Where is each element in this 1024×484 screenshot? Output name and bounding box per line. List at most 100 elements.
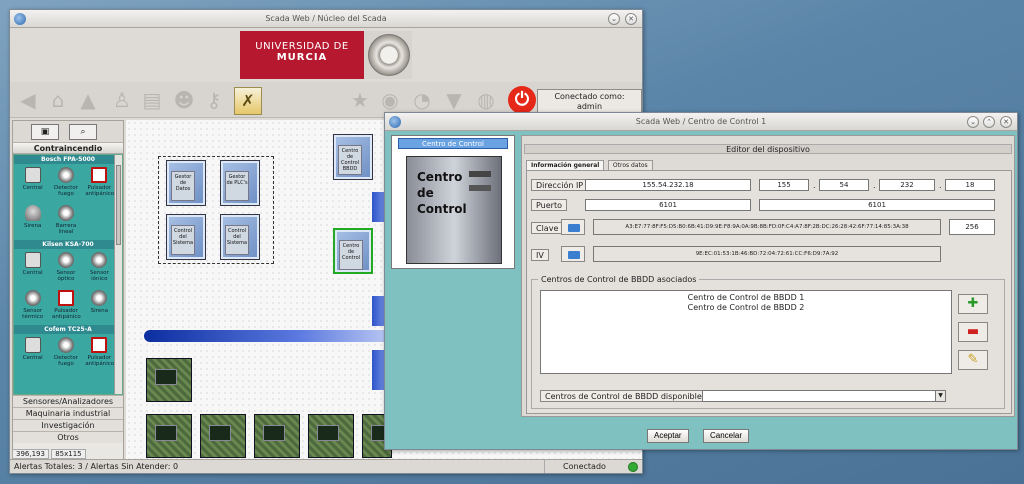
save-button[interactable]: ▣	[31, 124, 59, 140]
siren-icon	[91, 290, 108, 306]
palette-item[interactable]: Central	[19, 167, 47, 200]
dialog-titlebar[interactable]: Scada Web / Centro de Control 1 ⌄ ⌃ ✕	[385, 113, 1017, 131]
palette-section-fire[interactable]: Contraincendio	[13, 143, 123, 154]
palette-item[interactable]: Pulsador antipánico	[85, 337, 114, 370]
available-bbdd-select[interactable]: ▼	[702, 390, 946, 402]
globe-icon[interactable]: ◍	[474, 88, 498, 112]
iv-folder-icon[interactable]	[561, 246, 585, 262]
palette-item[interactable]: Sensor térmico	[19, 290, 47, 323]
ip-octet-2[interactable]: 54	[819, 179, 869, 191]
node-centro-control[interactable]: Centro de Control	[333, 228, 373, 274]
settings-tools-icon[interactable]: ✗	[234, 87, 262, 115]
device-board[interactable]	[254, 414, 300, 458]
filter-icon[interactable]: ▼	[442, 88, 466, 112]
palette-item[interactable]: Pulsador antipánico	[52, 290, 81, 323]
iv-value: 9E:EC:01:53:1B:46:BD:72:04:72:61:CC:F6:D…	[593, 246, 941, 262]
key-bits[interactable]: 256	[949, 219, 995, 235]
device-palette: ▣ ⌕ Contraincendio Bosch FPA-5000 Centra…	[12, 120, 124, 460]
ip-input[interactable]: 155.54.232.18	[585, 179, 751, 191]
palette-item[interactable]: Pulsador antipánico	[85, 167, 114, 200]
key-icon[interactable]: ⚷	[202, 88, 226, 112]
node-control-bbdd[interactable]: Centro de Control BBDD	[333, 134, 373, 180]
eye-icon[interactable]: ◉	[378, 88, 402, 112]
port-input-2[interactable]: 6101	[759, 199, 995, 211]
palette-item[interactable]: Detector fuego	[52, 337, 80, 370]
university-seal-icon	[368, 34, 410, 76]
back-icon[interactable]: ◀	[16, 88, 40, 112]
palette-item[interactable]: Sirena	[19, 205, 47, 238]
star-icon[interactable]: ★	[348, 88, 372, 112]
minimize-button[interactable]: ⌄	[967, 116, 979, 128]
port-input[interactable]: 6101	[585, 199, 751, 211]
documents-icon[interactable]: ▤	[140, 88, 164, 112]
server-tower-icon: Centro de Control	[406, 156, 502, 264]
banner-line-2: MURCIA	[276, 52, 328, 63]
push-button-icon	[91, 167, 108, 183]
status-bar: Alertas Totales: 3 / Alertas Sin Atender…	[10, 459, 642, 473]
palette-menu-machinery[interactable]: Maquinaria industrial	[13, 407, 123, 419]
warning-icon[interactable]: ▲	[76, 88, 100, 112]
list-item[interactable]: Centro de Control de BBDD 2	[541, 303, 951, 313]
device-board[interactable]	[146, 414, 192, 458]
users-icon[interactable]: ☻	[172, 88, 196, 112]
tab-general-info[interactable]: Información general	[526, 160, 605, 170]
node-gestor-datos[interactable]: Gestor de Datos	[166, 160, 206, 206]
app-icon	[389, 116, 401, 128]
ip-octet-3[interactable]: 232	[879, 179, 935, 191]
list-item[interactable]: Centro de Control de BBDD 1	[541, 293, 951, 303]
device-preview: Centro de Control Centro de Control	[391, 135, 515, 269]
node-control-sistema-1[interactable]: Control del Sistema	[166, 214, 206, 260]
person-icon[interactable]: ♙	[110, 88, 134, 112]
palette-item[interactable]: Sirena	[85, 290, 113, 323]
zoom-button[interactable]: ⌕	[69, 124, 97, 140]
palette-menu-sensors[interactable]: Sensores/Analizadores	[13, 395, 123, 407]
chevron-down-icon[interactable]: ▼	[935, 391, 945, 401]
device-board[interactable]	[146, 358, 192, 402]
node-control-sistema-2[interactable]: Control del Sistema	[220, 214, 260, 260]
main-title: Scada Web / Núcleo del Scada	[265, 14, 387, 23]
clear-button[interactable]: ✎	[958, 350, 988, 370]
palette-body: Bosch FPA-5000 Central Detector fuego Pu…	[13, 154, 123, 395]
tab-other-data[interactable]: Otros datos	[607, 160, 653, 170]
alerts-summary: Alertas Totales: 3 / Alertas Sin Atender…	[14, 462, 179, 471]
general-info-panel: Dirección IP 155.54.232.18 155 . 54 . 23…	[526, 170, 1012, 414]
palette-scrollbar[interactable]	[114, 155, 122, 394]
power-button[interactable]: ⏻	[508, 86, 536, 114]
close-button[interactable]: ✕	[625, 13, 637, 25]
refresh-icon[interactable]: ◔	[410, 88, 434, 112]
connection-status: Conectado	[544, 460, 624, 473]
network-bus	[144, 330, 404, 342]
close-button[interactable]: ✕	[1000, 116, 1012, 128]
ip-octet-1[interactable]: 155	[759, 179, 809, 191]
key-folder-icon[interactable]	[561, 219, 585, 235]
device-editor: Editor del dispositivo Información gener…	[521, 135, 1015, 417]
remove-button[interactable]: ▬	[958, 322, 988, 342]
palette-item[interactable]: Central	[19, 252, 47, 285]
node-gestor-plc[interactable]: Gestor de PLC's	[220, 160, 260, 206]
barrier-icon	[57, 205, 74, 221]
home-icon[interactable]: ⌂	[46, 88, 70, 112]
palette-menu-research[interactable]: Investigación	[13, 419, 123, 431]
palette-item[interactable]: Barrera lineal	[52, 205, 80, 238]
accept-button[interactable]: Aceptar	[647, 429, 689, 443]
detector-icon	[57, 167, 74, 183]
ip-label: Dirección IP	[531, 179, 589, 191]
add-button[interactable]: ✚	[958, 294, 988, 314]
university-banner: UNIVERSIDAD DE MURCIA	[240, 31, 412, 79]
maximize-button[interactable]: ⌃	[983, 116, 995, 128]
minimize-button[interactable]: ⌄	[608, 13, 620, 25]
dialog-title: Scada Web / Centro de Control 1	[635, 117, 767, 126]
palette-item[interactable]: Central	[19, 337, 47, 370]
palette-item[interactable]: Sensor óptico	[52, 252, 80, 285]
device-board[interactable]	[308, 414, 354, 458]
palette-item[interactable]: Detector fuego	[52, 167, 80, 200]
assoc-bbdd-list[interactable]: Centro de Control de BBDD 1 Centro de Co…	[540, 290, 952, 374]
palette-menu-others[interactable]: Otros	[13, 431, 123, 443]
palette-item[interactable]: Sensor iónico	[85, 252, 113, 285]
assoc-bbdd-legend: Centros de Control de BBDD asociados	[538, 275, 700, 284]
ip-octet-4[interactable]: 18	[945, 179, 995, 191]
main-titlebar[interactable]: Scada Web / Núcleo del Scada ⌄ ✕	[10, 10, 642, 28]
cancel-button[interactable]: Cancelar	[703, 429, 750, 443]
iv-label: IV	[531, 249, 549, 261]
device-board[interactable]	[200, 414, 246, 458]
